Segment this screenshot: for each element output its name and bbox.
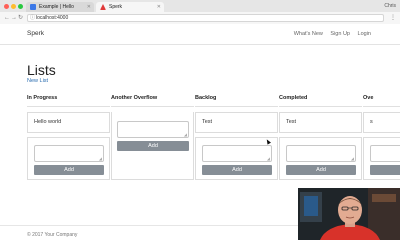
tab-example[interactable]: Example | Hello ✕ xyxy=(26,2,94,12)
divider xyxy=(363,106,400,107)
resize-handle-icon[interactable]: ◢ xyxy=(267,157,270,161)
add-card-panel: ◢ Add xyxy=(279,137,362,180)
add-card-panel: ◢ Add xyxy=(195,137,278,180)
maximize-window-button[interactable] xyxy=(18,4,23,9)
divider xyxy=(111,106,194,107)
resize-handle-icon[interactable]: ◢ xyxy=(184,133,187,137)
webcam-overlay xyxy=(298,188,400,240)
webcam-presenter-image xyxy=(298,188,400,240)
resize-handle-icon[interactable]: ◢ xyxy=(351,157,354,161)
add-card-panel: ◢ Add xyxy=(111,112,194,180)
nav-link-sign-up[interactable]: Sign Up xyxy=(330,31,350,37)
tab-sperk[interactable]: Sperk ✕ xyxy=(96,2,164,12)
list-title: In Progress xyxy=(27,95,58,101)
add-card-button[interactable]: Add xyxy=(117,141,189,151)
new-card-input[interactable]: ◢ xyxy=(34,145,104,162)
add-card-button[interactable]: Add xyxy=(202,165,272,175)
add-card-button[interactable]: Add xyxy=(34,165,104,175)
tab-bar: Example | Hello ✕ Sperk ✕ Chris xyxy=(0,0,400,12)
list-title: Another Overflow xyxy=(111,95,158,101)
add-card-button[interactable]: Add xyxy=(286,165,356,175)
sperk-logo-icon xyxy=(100,4,106,10)
list-title: Backlog xyxy=(195,95,217,101)
list-title: Ove xyxy=(363,95,374,101)
document-icon xyxy=(30,4,36,10)
add-card-panel: ◢ Add xyxy=(27,137,110,180)
list-card[interactable]: Test xyxy=(195,112,278,133)
card-text: Test xyxy=(286,119,297,125)
resize-handle-icon[interactable]: ◢ xyxy=(99,157,102,161)
close-tab-icon[interactable]: ✕ xyxy=(87,2,91,12)
url-text: localhost:4000 xyxy=(36,15,69,21)
card-text: Test xyxy=(202,119,213,125)
reload-icon[interactable]: ↻ xyxy=(18,14,23,22)
footer-text: © 2017 Your Company xyxy=(27,232,78,238)
list-title: Completed xyxy=(279,95,308,101)
card-text: s xyxy=(370,119,373,125)
toolbar: ← → ↻ ⓘ localhost:4000 ⋮ xyxy=(0,12,400,24)
list-card[interactable]: s xyxy=(363,112,400,133)
add-card-button[interactable] xyxy=(370,165,400,175)
new-card-input[interactable] xyxy=(370,145,400,162)
new-card-input[interactable]: ◢ xyxy=(117,121,189,138)
divider xyxy=(195,106,278,107)
tab-label: Example | Hello xyxy=(39,4,74,10)
page-title: Lists xyxy=(27,62,56,78)
list-card[interactable]: Hello world xyxy=(27,112,110,133)
nav-link-login[interactable]: Login xyxy=(358,31,371,37)
nav-link-whats-new[interactable]: What's New xyxy=(294,31,323,37)
card-text: Hello world xyxy=(34,119,62,125)
nav-links: What's New Sign Up Login xyxy=(288,31,371,37)
app-navbar: Sperk What's New Sign Up Login xyxy=(0,24,400,45)
forward-icon[interactable]: → xyxy=(11,14,17,22)
brand-link[interactable]: Sperk xyxy=(27,30,44,37)
divider xyxy=(279,106,362,107)
close-tab-icon[interactable]: ✕ xyxy=(157,2,161,12)
add-card-panel xyxy=(363,137,400,180)
divider xyxy=(27,106,110,107)
tab-label: Sperk xyxy=(109,4,123,10)
new-card-input[interactable]: ◢ xyxy=(286,145,356,162)
info-icon: ⓘ xyxy=(30,15,36,21)
address-bar[interactable]: ⓘ localhost:4000 xyxy=(27,14,384,22)
close-window-button[interactable] xyxy=(4,4,9,9)
lists-board: In Progress Hello world ◢ Add Another Ov… xyxy=(27,92,400,187)
profile-name[interactable]: Chris xyxy=(384,2,396,10)
minimize-window-button[interactable] xyxy=(11,4,16,9)
new-card-input[interactable]: ◢ xyxy=(202,145,272,162)
list-card[interactable]: Test xyxy=(279,112,362,133)
new-list-link[interactable]: New List xyxy=(27,78,48,84)
back-icon[interactable]: ← xyxy=(4,14,10,22)
browser-chrome: Example | Hello ✕ Sperk ✕ Chris ← → ↻ ⓘ … xyxy=(0,0,400,24)
menu-icon[interactable]: ⋮ xyxy=(390,14,396,22)
